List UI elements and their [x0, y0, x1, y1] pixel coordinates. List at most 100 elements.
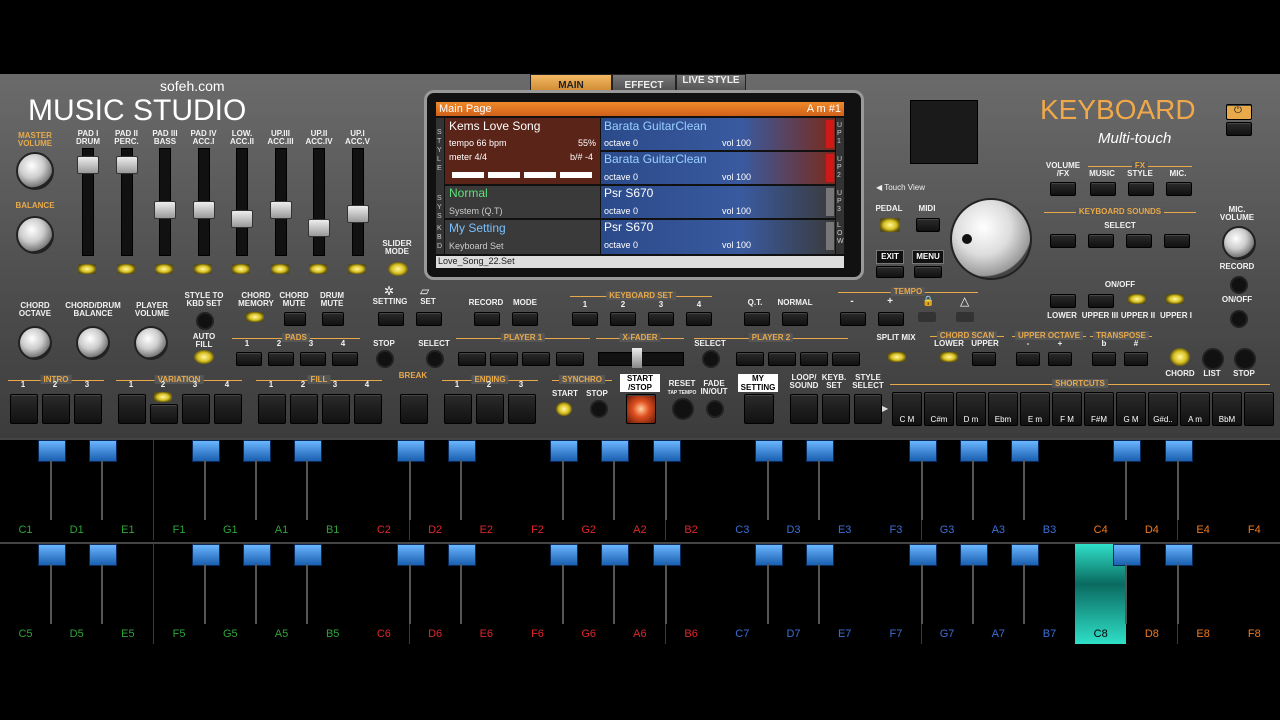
ks-onoff-button[interactable] — [1088, 294, 1114, 308]
black-key[interactable] — [447, 440, 476, 462]
black-key[interactable] — [601, 440, 630, 462]
player2-transport-button[interactable] — [832, 352, 860, 366]
ending-button[interactable] — [444, 394, 472, 424]
pad-button[interactable] — [268, 352, 294, 366]
power-sub-button[interactable] — [1226, 122, 1252, 136]
pad-button[interactable] — [300, 352, 326, 366]
black-key[interactable] — [191, 440, 220, 462]
fader-led[interactable] — [193, 264, 212, 274]
black-key[interactable] — [38, 544, 67, 566]
fader-track[interactable] — [115, 148, 138, 256]
shortcut-chord-button[interactable]: F#M — [1084, 392, 1114, 426]
exit-sub-button[interactable] — [876, 266, 904, 278]
player1-transport-button[interactable] — [490, 352, 518, 366]
shortcut-chord-button[interactable]: E m — [1020, 392, 1050, 426]
fx-mic-button[interactable] — [1166, 182, 1192, 196]
midi-button[interactable] — [916, 218, 940, 232]
ending-button[interactable] — [508, 394, 536, 424]
fader-led[interactable] — [309, 264, 327, 274]
keyb-set-button[interactable] — [822, 394, 850, 424]
menu-sub-button[interactable] — [914, 266, 942, 278]
fill-button[interactable] — [354, 394, 382, 424]
white-key[interactable]: F4 — [1228, 440, 1280, 540]
black-key[interactable] — [652, 544, 681, 566]
fader-led[interactable] — [270, 264, 289, 274]
ks-onoff-led[interactable] — [1166, 294, 1184, 304]
shortcut-chord-button[interactable]: F M — [1052, 392, 1082, 426]
auto-fill-led[interactable] — [194, 350, 214, 364]
power-button[interactable]: ⏻ — [1226, 104, 1252, 120]
fader-cap[interactable] — [308, 219, 330, 237]
mic-record-button[interactable] — [1230, 276, 1248, 294]
shortcut-chord-button[interactable]: C#m — [924, 392, 954, 426]
chord-octave-knob[interactable] — [18, 326, 52, 360]
chord-led[interactable] — [1170, 348, 1190, 366]
ks-select-button[interactable] — [1050, 234, 1076, 248]
drum-mute-button[interactable] — [322, 312, 344, 326]
ks-select-button[interactable] — [1164, 234, 1190, 248]
upper-octave-plus-button[interactable] — [1048, 352, 1072, 366]
normal-button[interactable] — [782, 312, 808, 326]
variation-button[interactable] — [150, 404, 178, 424]
black-key[interactable] — [294, 440, 323, 462]
black-key[interactable] — [550, 440, 579, 462]
split-mix-led[interactable] — [888, 352, 906, 362]
fader-track[interactable] — [231, 148, 253, 256]
style-select-button[interactable] — [854, 394, 882, 424]
chord-memory-led[interactable] — [246, 312, 264, 322]
black-key[interactable] — [396, 544, 425, 566]
shortcut-chord-button[interactable]: Ebm — [988, 392, 1018, 426]
touch-view-link[interactable]: ◀ Touch View — [876, 183, 925, 192]
white-key[interactable]: F8 — [1228, 544, 1280, 644]
fader-cap[interactable] — [231, 210, 253, 228]
fade-button[interactable] — [706, 400, 724, 418]
variation-2-led[interactable] — [154, 392, 172, 402]
fx-music-button[interactable] — [1090, 182, 1116, 196]
keyboard-set-button[interactable] — [686, 312, 712, 326]
ks-onoff-button[interactable] — [1050, 294, 1076, 308]
list-button[interactable] — [1202, 348, 1224, 370]
fader-led[interactable] — [78, 264, 96, 274]
reset-button[interactable] — [672, 398, 694, 420]
black-key[interactable] — [294, 544, 323, 566]
fader-track[interactable] — [308, 148, 330, 256]
black-key[interactable] — [243, 440, 271, 462]
pad-button[interactable] — [236, 352, 262, 366]
xfader-cap[interactable] — [632, 348, 642, 368]
player1-transport-button[interactable] — [556, 352, 584, 366]
transpose-flat-button[interactable] — [1092, 352, 1116, 366]
shortcut-chord-button[interactable]: BbM — [1212, 392, 1242, 426]
black-key[interactable] — [908, 440, 937, 462]
black-key[interactable] — [908, 544, 937, 566]
ending-button[interactable] — [476, 394, 504, 424]
tempo-lock-button[interactable] — [918, 312, 936, 322]
qt-button[interactable] — [744, 312, 770, 326]
shortcut-chord-button[interactable]: G M — [1116, 392, 1146, 426]
intro-button[interactable] — [10, 394, 38, 424]
fader-cap[interactable] — [77, 156, 99, 174]
chord-scan-lower-led[interactable] — [940, 352, 958, 362]
keyboard-set-button[interactable] — [610, 312, 636, 326]
black-key[interactable] — [447, 544, 476, 566]
tempo-plus-button[interactable] — [878, 312, 904, 326]
black-key[interactable] — [38, 440, 67, 462]
fader-cap[interactable] — [269, 201, 292, 219]
player2-select-button[interactable] — [702, 350, 720, 368]
variation-button[interactable] — [182, 394, 210, 424]
fader-led[interactable] — [116, 264, 135, 274]
fx-style-button[interactable] — [1128, 182, 1154, 196]
black-key[interactable] — [1164, 544, 1193, 566]
loop-sound-button[interactable] — [790, 394, 818, 424]
shortcut-chord-button[interactable]: A m — [1180, 392, 1210, 426]
black-key[interactable] — [959, 440, 988, 462]
black-key[interactable] — [1164, 440, 1193, 462]
keyboard-set-button[interactable] — [572, 312, 598, 326]
break-button[interactable] — [400, 394, 428, 424]
style-to-kbd-button[interactable] — [196, 312, 214, 330]
fader-cap[interactable] — [346, 205, 369, 223]
fader-cap[interactable] — [115, 156, 138, 174]
player1-select-button[interactable] — [426, 350, 444, 368]
mic-volume-knob[interactable] — [1222, 226, 1256, 260]
synchro-start-led[interactable] — [556, 402, 572, 416]
fader-cap[interactable] — [154, 201, 176, 219]
